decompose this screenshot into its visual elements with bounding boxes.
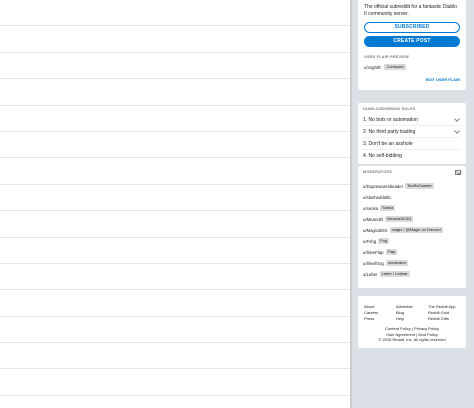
- rule-item[interactable]: 2. No third party trading: [363, 126, 461, 138]
- footer-link[interactable]: Advertise: [396, 304, 428, 309]
- feed-row[interactable]: [0, 26, 352, 53]
- page-root: The official subreddit for a fantastic D…: [0, 0, 474, 408]
- moderator-flair: Flap: [385, 249, 398, 255]
- rule-item[interactable]: 3. Don't be an asshole: [363, 138, 461, 150]
- moderator-username[interactable]: u/Meandril: [363, 217, 383, 222]
- footer-link[interactable]: Reddit Gold: [428, 310, 460, 315]
- moderator-flair: moderator: [385, 260, 409, 266]
- moderator-list: u/Duprewaresbeader TeaRaToaster u/slashed…: [363, 181, 461, 280]
- footer-link[interactable]: Reddit Gifts: [428, 316, 460, 321]
- footer-link[interactable]: Careers: [364, 310, 396, 315]
- moderator-username[interactable]: u/SleeFlap: [363, 250, 384, 255]
- user-flair-title: USER FLAIR PREVIEW: [364, 55, 409, 59]
- footer-link[interactable]: About: [364, 304, 396, 309]
- footer-link[interactable]: The Reddit App: [428, 304, 460, 309]
- rule-label: 4. No self-bidding: [363, 153, 402, 159]
- feed-row[interactable]: [0, 264, 352, 291]
- rule-label: 2. No third party trading: [363, 128, 416, 135]
- message-mods-icon[interactable]: [455, 170, 461, 175]
- moderators-header: MODERATORS: [363, 170, 461, 175]
- moderators-card: MODERATORS u/Duprewaresbeader TeaRaToaste…: [358, 166, 466, 288]
- feed-row[interactable]: [0, 106, 352, 132]
- footer-link[interactable]: Help: [396, 316, 428, 321]
- chevron-down-icon: [454, 127, 460, 134]
- feed-row[interactable]: [0, 132, 352, 159]
- feed-row[interactable]: [0, 290, 352, 317]
- rules-title: DIABLO2BOBBING RULES: [363, 107, 416, 111]
- copyright-text: © 2018 Reddit, Inc. All rights reserved: [378, 337, 446, 342]
- moderator-flair: TeaRaToaster: [405, 183, 434, 189]
- subscribed-button[interactable]: SUBSCRIBED: [364, 22, 460, 33]
- post-feed: [0, 0, 352, 408]
- feed-row[interactable]: [0, 211, 352, 238]
- feed-row[interactable]: [0, 369, 352, 396]
- community-description: The official subreddit for a fantastic D…: [364, 4, 458, 17]
- moderator-flair: Fog: [378, 238, 390, 244]
- moderator-flair: magic / @Magic on Discord: [389, 227, 443, 233]
- moderators-title: MODERATORS: [363, 170, 393, 175]
- rules-card: DIABLO2BOBBING RULES 1. No bots or autom…: [358, 103, 466, 164]
- moderator-item[interactable]: u/Meandril Meandril2/3/4: [363, 214, 461, 225]
- rule-label: 3. Don't be an asshole: [363, 140, 413, 147]
- footer-link[interactable]: Press: [364, 316, 396, 321]
- moderator-item[interactable]: u/slasheddaltic: [363, 192, 461, 203]
- footer-link[interactable]: Blog: [396, 310, 428, 315]
- moderator-username[interactable]: u/Fshg: [363, 239, 376, 244]
- user-flair-preview: u/rxightfc Confused: [364, 64, 460, 70]
- footer-links: About Advertise The Reddit App Careers B…: [364, 304, 460, 321]
- moderator-flair: Senka: [380, 205, 396, 211]
- moderator-username[interactable]: u/Leber: [363, 272, 378, 277]
- moderator-username[interactable]: u/MagicalEG: [363, 228, 388, 233]
- moderator-item[interactable]: u/Sleeftrog moderator: [363, 258, 461, 269]
- rule-item[interactable]: 1. No bots or automation: [363, 114, 461, 126]
- chevron-down-icon: [454, 115, 460, 122]
- feed-row[interactable]: [0, 343, 352, 370]
- rules-list: 1. No bots or automation 2. No third par…: [363, 114, 461, 162]
- moderator-item[interactable]: u/Fshg Fog: [363, 236, 461, 247]
- create-post-button[interactable]: CREATE POST: [364, 36, 460, 47]
- feed-row[interactable]: [0, 158, 352, 185]
- edit-user-flair-link[interactable]: EDIT USER FLAIR: [426, 77, 460, 82]
- about-community-card: The official subreddit for a fantastic D…: [358, 0, 466, 90]
- moderator-flair: Leber / Lebear: [379, 271, 410, 277]
- moderator-item[interactable]: u/Leber Leber / Lebear: [363, 269, 461, 280]
- flair-username: u/rxightfc: [364, 64, 382, 70]
- feed-row[interactable]: [0, 53, 352, 80]
- flair-tag: Confused: [384, 64, 406, 70]
- moderator-item[interactable]: u/senka Senka: [363, 203, 461, 214]
- moderator-username[interactable]: u/slasheddaltic: [363, 195, 391, 200]
- feed-row[interactable]: [0, 185, 352, 212]
- moderator-username[interactable]: u/senka: [363, 206, 378, 211]
- feed-scrollbar[interactable]: [350, 0, 352, 408]
- feed-row[interactable]: [0, 238, 352, 264]
- moderator-item[interactable]: u/Duprewaresbeader TeaRaToaster: [363, 181, 461, 192]
- moderator-item[interactable]: u/SleeFlap Flap: [363, 247, 461, 258]
- moderator-item[interactable]: u/MagicalEG magic / @Magic on Discord: [363, 225, 461, 236]
- feed-row[interactable]: [0, 79, 352, 106]
- rule-item[interactable]: 4. No self-bidding: [363, 150, 461, 162]
- rule-label: 1. No bots or automation: [363, 116, 418, 123]
- footer-legal: Content Policy | Privacy Policy User Agr…: [364, 326, 460, 343]
- moderator-username[interactable]: u/Sleeftrog: [363, 261, 384, 266]
- feed-row[interactable]: [0, 317, 352, 344]
- footer-card: About Advertise The Reddit App Careers B…: [358, 296, 466, 348]
- moderator-flair: Meandril2/3/4: [385, 216, 414, 222]
- moderator-username[interactable]: u/Duprewaresbeader: [363, 184, 403, 189]
- feed-row[interactable]: [0, 0, 352, 27]
